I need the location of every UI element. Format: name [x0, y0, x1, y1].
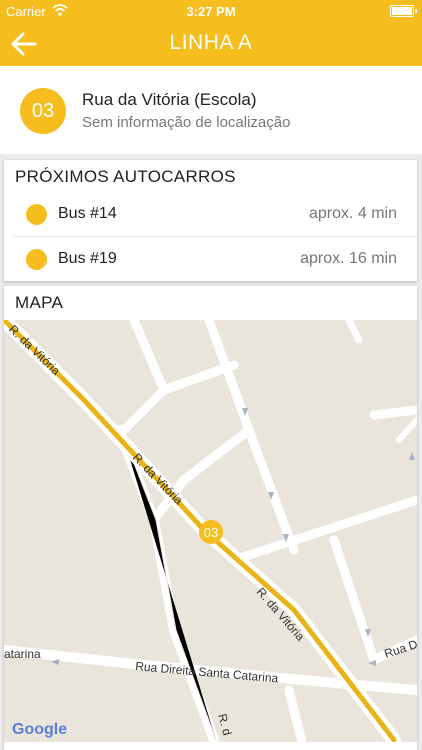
stop-marker-label: 03 — [204, 525, 218, 540]
map-canvas[interactable]: R. da Vitória R. da Vitória R. da Vitóri… — [4, 320, 417, 742]
next-buses-title: PRÓXIMOS AUTOCARROS — [15, 167, 236, 186]
bus-name: Bus #14 — [58, 205, 117, 222]
next-buses-card: PRÓXIMOS AUTOCARROS Bus #14 aprox. 4 min… — [4, 160, 417, 281]
page-title: LINHA A — [169, 31, 253, 54]
google-logo: Google — [12, 721, 67, 738]
stop-marker[interactable]: 03 — [199, 520, 223, 544]
stop-location-status: Sem informação de localização — [82, 114, 291, 131]
stop-number-badge: 03 — [20, 88, 66, 134]
list-item[interactable]: Bus #19 aprox. 16 min — [4, 237, 417, 282]
list-item[interactable]: Bus #14 aprox. 4 min — [4, 192, 417, 237]
bus-dot-icon — [26, 204, 47, 225]
map-card: MAPA R. da Vitória R. da Vitória R. da V… — [4, 286, 417, 750]
bus-dot-icon — [26, 249, 47, 270]
map-title: MAPA — [15, 293, 64, 312]
bus-eta: aprox. 16 min — [300, 250, 397, 267]
status-bar: Carrier 3:27 PM — [0, 0, 422, 22]
stop-header: 03 Rua da Vitória (Escola) Sem informaçã… — [0, 66, 422, 154]
bus-name: Bus #19 — [58, 250, 117, 267]
nav-bar: LINHA A — [0, 22, 422, 66]
status-time: 3:27 PM — [186, 4, 236, 19]
bus-eta: aprox. 4 min — [308, 205, 397, 222]
map-view[interactable]: R. da Vitória R. da Vitória R. da Vitóri… — [4, 320, 417, 742]
street-label: atarina — [4, 647, 41, 661]
battery-icon — [390, 5, 417, 17]
stop-name: Rua da Vitória (Escola) — [82, 90, 257, 109]
